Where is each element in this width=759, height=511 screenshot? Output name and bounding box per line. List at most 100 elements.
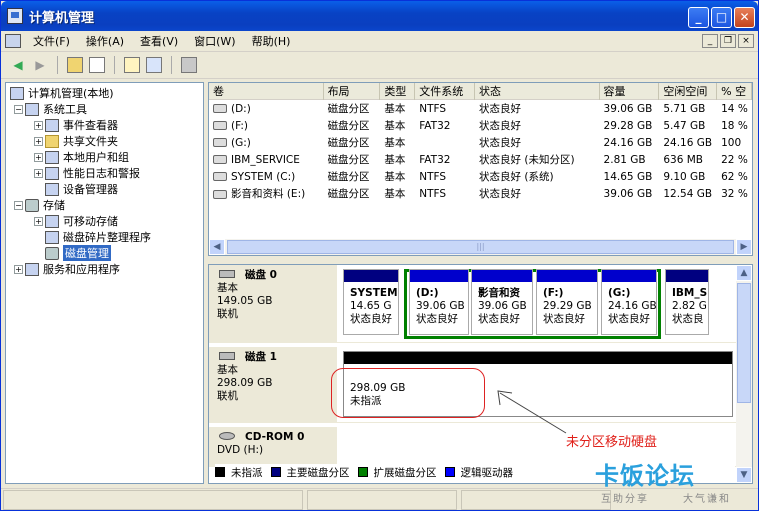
menu-window[interactable]: 窗口(W) — [186, 31, 243, 52]
volume-row[interactable]: IBM_SERVICE 磁盘分区 基本 FAT32 状态良好 (未知分区) 2.81 GB… — [209, 151, 752, 168]
partition-size: 29.29 GB — [543, 300, 592, 312]
column-header-filesystem[interactable]: 文件系统 — [415, 83, 476, 100]
scrollbar-thumb[interactable] — [737, 283, 751, 403]
volume-list-header: 卷 布局 类型 文件系统 状态 容量 空闲空间 % 空 — [209, 83, 752, 100]
tree-label: 系统工具 — [43, 103, 87, 116]
annotation-text: 未分区移动硬盘 — [566, 435, 658, 450]
menu-help[interactable]: 帮助(H) — [244, 31, 299, 52]
tree-item-shared-folders[interactable]: + 共享文件夹 — [6, 133, 203, 149]
expand-icon[interactable]: + — [34, 216, 43, 226]
volume-row[interactable]: (F:) 磁盘分区 基本 FAT32 状态良好 29.28 GB 5.47 GB 18 % — [209, 117, 752, 134]
minimize-button[interactable]: _ — [688, 7, 709, 28]
volume-name: (D:) — [231, 102, 251, 115]
title-bar[interactable]: 计算机管理 _ □ ✕ — [1, 1, 758, 31]
show-tree-icon[interactable] — [88, 56, 106, 74]
watermark: 卡饭论坛 互助分享 大气谦和 — [595, 452, 755, 508]
tree-item-defrag[interactable]: 磁盘碎片整理程序 — [6, 229, 203, 245]
forward-arrow-icon[interactable]: ▶ — [31, 56, 49, 74]
disk-1-info[interactable]: 磁盘 1 基本 298.09 GB 联机 — [209, 347, 337, 423]
scroll-right-icon[interactable]: ▶ — [736, 239, 752, 255]
mdi-minimize-button[interactable]: _ — [702, 34, 718, 48]
expand-icon[interactable]: + — [34, 168, 43, 178]
mdi-close-button[interactable]: × — [738, 34, 754, 48]
horizontal-scrollbar[interactable]: ◀ ||| ▶ — [209, 239, 752, 255]
partition-d[interactable]: (D:) 39.06 GB 状态良好 — [409, 269, 469, 335]
partition-status: 状态良好 — [608, 313, 650, 325]
tree-item-local-users[interactable]: + 本地用户和组 — [6, 149, 203, 165]
window-title: 计算机管理 — [29, 10, 95, 26]
help-icon[interactable] — [145, 56, 163, 74]
partition-e[interactable]: 影音和资 39.06 GB 状态良好 — [471, 269, 533, 335]
expand-icon[interactable]: + — [34, 152, 43, 162]
console-icon[interactable] — [180, 56, 198, 74]
cell: 14.65 GB — [603, 170, 653, 183]
tree-item-disk-management[interactable]: 磁盘管理 — [6, 245, 203, 261]
cell: 状态良好 — [479, 137, 522, 149]
disk-0-row[interactable]: 磁盘 0 基本 149.05 GB 联机 SYSTEM 14.65 G 状态良好 (… — [209, 265, 737, 343]
partition-status: 状态良好 — [543, 313, 585, 325]
scrollbar-thumb[interactable]: ||| — [227, 240, 734, 254]
scroll-up-icon[interactable]: ▲ — [736, 265, 752, 281]
cell: 磁盘分区 — [327, 171, 370, 183]
cell-volume: IBM_SERVICE — [209, 154, 324, 166]
volume-icon — [213, 121, 227, 130]
tree-item-removable-storage[interactable]: + 可移动存储 — [6, 213, 203, 229]
close-button[interactable]: ✕ — [734, 7, 755, 28]
volume-row[interactable]: 影音和资料 (E:) 磁盘分区 基本 NTFS 状态良好 39.06 GB 12.54 GB… — [209, 185, 752, 202]
volume-row[interactable]: (G:) 磁盘分区 基本 状态良好 24.16 GB 24.16 GB 100 — [209, 134, 752, 151]
cell: 18 % — [721, 119, 748, 132]
cell: 636 MB — [663, 153, 703, 166]
mdi-restore-button[interactable]: ❐ — [720, 34, 736, 48]
tree-label: 本地用户和组 — [63, 151, 129, 164]
menu-action[interactable]: 操作(A) — [78, 31, 132, 52]
tree-item-services[interactable]: + 服务和应用程序 — [6, 261, 203, 277]
partition-g[interactable]: (G:) 24.16 GB 状态良好 — [601, 269, 657, 335]
column-header-type[interactable]: 类型 — [380, 83, 416, 100]
legend-unallocated: 未指派 — [231, 466, 263, 479]
tree-item-device-manager[interactable]: 设备管理器 — [6, 181, 203, 197]
maximize-button[interactable]: □ — [711, 7, 732, 28]
column-header-status[interactable]: 状态 — [475, 83, 600, 100]
up-folder-icon[interactable] — [66, 56, 84, 74]
menu-view[interactable]: 查看(V) — [132, 31, 186, 52]
cell-volume: (G:) — [209, 137, 324, 149]
cell: 5.47 GB — [663, 119, 706, 132]
column-header-volume[interactable]: 卷 — [209, 83, 324, 100]
properties-icon[interactable] — [123, 56, 141, 74]
partition-system[interactable]: SYSTEM 14.65 G 状态良好 — [343, 269, 399, 335]
back-arrow-icon[interactable]: ◀ — [9, 56, 27, 74]
column-header-capacity[interactable]: 容量 — [600, 83, 660, 100]
expand-icon[interactable]: + — [14, 264, 23, 274]
tree-item-perf-logs[interactable]: + 性能日志和警报 — [6, 165, 203, 181]
volume-row[interactable]: SYSTEM (C:) 磁盘分区 基本 NTFS 状态良好 (系统) 14.65 GB 9.… — [209, 168, 752, 185]
collapse-icon[interactable]: − — [14, 200, 23, 210]
expand-icon[interactable]: + — [34, 120, 43, 130]
tree-label: 磁盘管理 — [63, 245, 111, 261]
tree-item-storage[interactable]: − 存储 — [6, 197, 203, 213]
disk-type: 基本 — [217, 282, 238, 294]
tree-label: 设备管理器 — [63, 183, 118, 196]
volume-row[interactable]: (D:) 磁盘分区 基本 NTFS 状态良好 39.06 GB 5.71 GB 14 % — [209, 100, 752, 117]
disk-0-info[interactable]: 磁盘 0 基本 149.05 GB 联机 — [209, 265, 337, 343]
column-header-free-space[interactable]: 空闲空间 — [659, 83, 718, 100]
partition-f[interactable]: (F:) 29.29 GB 状态良好 — [536, 269, 598, 335]
menu-file[interactable]: 文件(F) — [25, 31, 78, 52]
partition-status: 状态良 — [672, 313, 704, 325]
column-header-percent-free[interactable]: % 空 — [717, 83, 752, 100]
tree-label: 存储 — [43, 199, 65, 212]
collapse-icon[interactable]: − — [14, 104, 23, 114]
tree-item-system-tools[interactable]: − 系统工具 — [6, 101, 203, 117]
tree-item-event-viewer[interactable]: + 事件查看器 — [6, 117, 203, 133]
tree-item-root[interactable]: 计算机管理(本地) — [6, 85, 203, 101]
status-pane — [3, 490, 303, 510]
app-menu-icon[interactable] — [5, 34, 21, 48]
partition-ibm-service[interactable]: IBM_S 2.82 G 状态良 — [665, 269, 709, 335]
disk-name: 磁盘 1 — [245, 351, 277, 363]
expand-icon[interactable]: + — [34, 136, 43, 146]
toolbar: ◀ ▶ — [1, 52, 758, 79]
scroll-left-icon[interactable]: ◀ — [209, 239, 225, 255]
column-header-layout[interactable]: 布局 — [324, 83, 381, 100]
shared-folder-icon — [45, 134, 59, 148]
vertical-scrollbar[interactable]: ▲ ▼ — [736, 265, 752, 483]
cdrom-info[interactable]: CD-ROM 0 DVD (H:) — [209, 427, 337, 467]
